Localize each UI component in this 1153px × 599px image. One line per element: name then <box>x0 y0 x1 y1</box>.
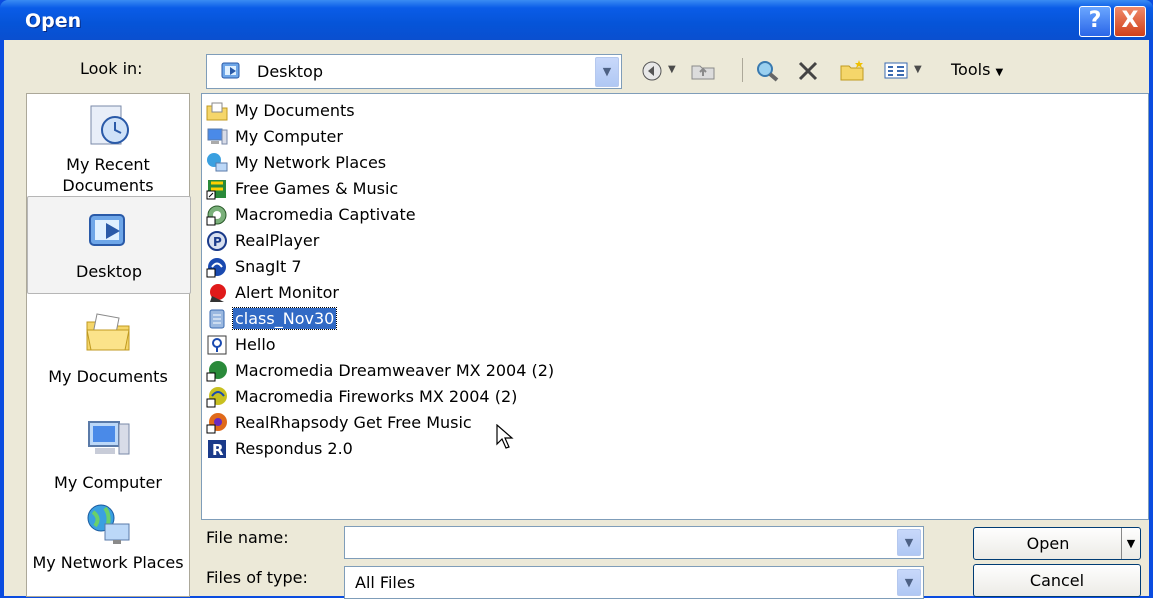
network-places-icon <box>87 504 130 544</box>
open-options-dropdown-icon[interactable]: ▼ <box>1121 528 1140 559</box>
tools-menu-label: Tools <box>951 60 991 79</box>
place-label: My Recent Documents <box>62 155 154 195</box>
hello-icon <box>207 335 227 354</box>
list-item[interactable]: class_Nov30 <box>206 305 338 331</box>
views-dropdown-icon[interactable]: ▼ <box>914 57 922 83</box>
alert-monitor-icon <box>210 283 226 302</box>
network-places-icon <box>207 152 228 171</box>
file-type-label: Files of type: <box>206 568 308 587</box>
cancel-button[interactable]: Cancel <box>973 564 1141 597</box>
file-name: RealPlayer <box>235 230 320 250</box>
file-name: My Documents <box>235 100 355 120</box>
chevron-down-icon[interactable]: ▼ <box>897 569 921 596</box>
open-dialog: Open ? X Look in: Desktop ▼ ▼ ▼ Tools ▼ … <box>0 0 1153 599</box>
place-label: My Documents <box>48 367 168 386</box>
file-name: SnagIt 7 <box>235 256 302 276</box>
list-item[interactable]: Free Games & Music <box>206 175 400 201</box>
desktop-icon <box>221 62 240 79</box>
new-folder-icon[interactable] <box>839 57 867 83</box>
list-item[interactable]: My Documents <box>206 97 357 123</box>
back-icon[interactable] <box>640 57 664 83</box>
list-item[interactable]: P RealPlayer <box>206 227 321 253</box>
tools-dropdown-icon: ▼ <box>995 67 1004 78</box>
place-label: My Network Places <box>32 553 184 572</box>
dreamweaver-icon <box>206 360 227 381</box>
place-recent-documents[interactable]: My Recent Documents <box>27 100 189 200</box>
place-my-computer[interactable]: My Computer <box>27 412 189 512</box>
look-in-label: Look in: <box>80 59 143 78</box>
place-desktop[interactable]: Desktop <box>27 196 191 294</box>
toolbar-separator <box>742 58 743 82</box>
file-name: RealRhapsody Get Free Music <box>235 412 472 432</box>
list-item[interactable]: Alert Monitor <box>206 279 341 305</box>
file-type-combo[interactable]: All Files ▼ <box>344 566 924 599</box>
realplayer-icon: P <box>207 230 227 251</box>
list-item[interactable]: My Computer <box>206 123 345 149</box>
delete-icon[interactable] <box>796 57 820 83</box>
file-name: My Network Places <box>235 152 387 172</box>
views-icon[interactable] <box>882 57 910 83</box>
place-network-places[interactable]: My Network Places <box>27 502 189 596</box>
back-dropdown-icon[interactable]: ▼ <box>668 57 676 83</box>
snagit-icon <box>206 257 226 277</box>
file-name: Macromedia Dreamweaver MX 2004 (2) <box>235 360 555 380</box>
document-icon <box>209 309 225 328</box>
file-list[interactable]: My Documents My Computer My Network Plac… <box>201 93 1149 520</box>
dialog-client-area: Look in: Desktop ▼ ▼ ▼ Tools ▼ My Recent… <box>4 40 1149 599</box>
list-item[interactable]: Macromedia Dreamweaver MX 2004 (2) <box>206 357 556 383</box>
my-documents-icon <box>86 313 130 351</box>
window-title: Open <box>25 10 82 32</box>
file-name: Respondus 2.0 <box>235 438 353 458</box>
open-button[interactable]: Open ▼ <box>973 527 1141 560</box>
list-item[interactable]: Macromedia Fireworks MX 2004 (2) <box>206 383 519 409</box>
list-item[interactable]: My Network Places <box>206 149 388 175</box>
file-name-combo[interactable]: ▼ <box>344 526 924 559</box>
captivate-icon <box>206 205 227 225</box>
my-computer-icon <box>207 128 228 144</box>
svg-text:P: P <box>213 235 222 249</box>
place-label: My Computer <box>54 473 162 492</box>
title-bar[interactable]: Open ? X <box>0 0 1153 40</box>
respondus-icon: R <box>208 439 226 459</box>
list-item[interactable]: R Respondus 2.0 <box>206 435 355 461</box>
desktop-icon <box>89 214 125 246</box>
search-web-icon[interactable] <box>755 57 781 83</box>
file-name-label: File name: <box>206 528 289 547</box>
file-name: Macromedia Captivate <box>235 204 416 224</box>
list-item[interactable]: Hello <box>206 331 278 357</box>
chevron-down-icon[interactable]: ▼ <box>595 57 619 87</box>
list-item[interactable]: Macromedia Captivate <box>206 201 418 227</box>
file-type-value: All Files <box>355 573 416 592</box>
up-folder-icon[interactable] <box>690 57 716 83</box>
open-button-label: Open <box>1026 534 1070 553</box>
my-documents-icon <box>206 102 228 120</box>
help-button[interactable]: ? <box>1079 6 1111 37</box>
fireworks-icon <box>206 386 227 407</box>
file-name: My Computer <box>235 126 343 146</box>
tools-menu[interactable]: Tools ▼ <box>951 60 1003 79</box>
recent-documents-icon <box>90 105 129 145</box>
place-label: Desktop <box>76 262 142 281</box>
file-name: Alert Monitor <box>235 282 339 302</box>
file-name: Free Games & Music <box>235 178 399 198</box>
file-name: Hello <box>235 334 276 354</box>
my-computer-icon <box>88 421 130 455</box>
file-name: class_Nov30 <box>231 306 338 330</box>
look-in-value: Desktop <box>257 62 323 81</box>
look-in-combo[interactable]: Desktop ▼ <box>206 54 622 89</box>
list-item[interactable]: SnagIt 7 <box>206 253 304 279</box>
chevron-down-icon[interactable]: ▼ <box>897 529 921 556</box>
rhapsody-icon <box>206 412 227 433</box>
list-item[interactable]: RealRhapsody Get Free Music <box>206 409 474 435</box>
file-name: Macromedia Fireworks MX 2004 (2) <box>235 386 518 406</box>
mouse-cursor-icon <box>496 424 514 449</box>
place-my-documents[interactable]: My Documents <box>27 304 189 404</box>
file-name-field[interactable] <box>349 531 889 553</box>
games-shortcut-icon <box>206 179 226 199</box>
close-button[interactable]: X <box>1114 6 1146 37</box>
places-bar: My Recent Documents Desktop My Documents <box>26 93 191 597</box>
svg-text:R: R <box>212 441 224 459</box>
